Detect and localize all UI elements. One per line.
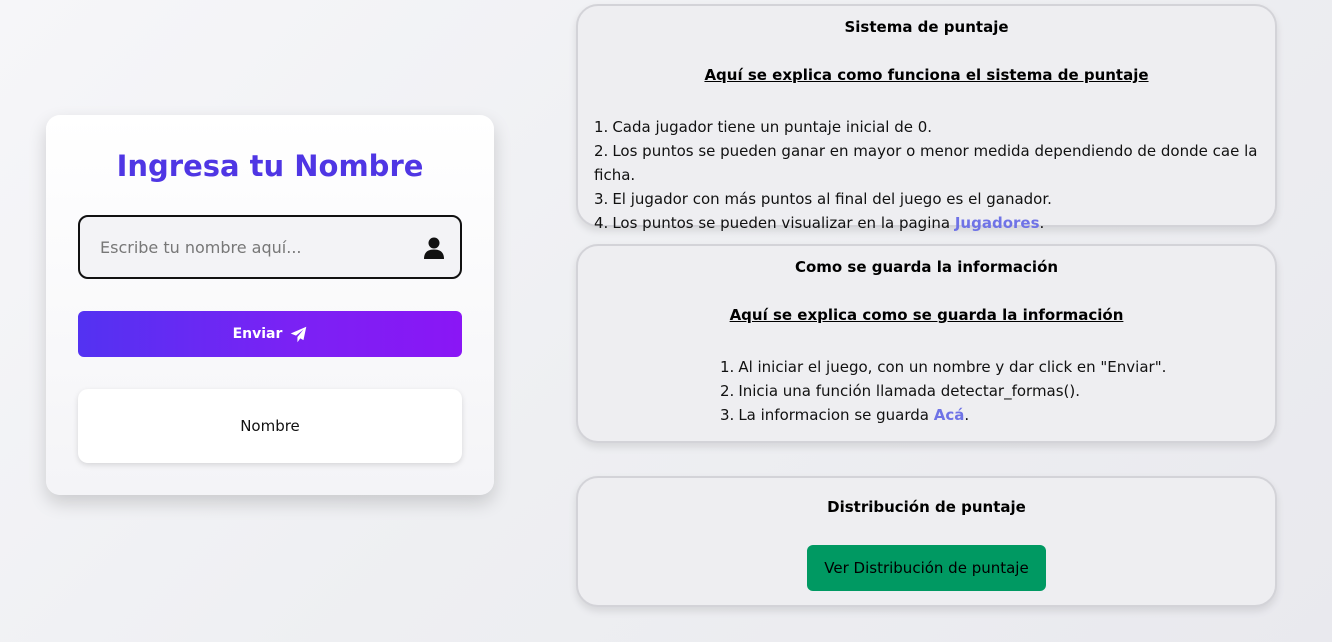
list-item: 3. El jugador con más puntos al final del… bbox=[594, 190, 1052, 208]
distribution-heading: Distribución de puntaje bbox=[827, 498, 1026, 516]
name-input[interactable] bbox=[80, 217, 460, 277]
scoring-subheading: Aquí se explica como funciona el sistema… bbox=[704, 66, 1149, 84]
scoring-list: 1. Cada jugador tiene un puntaje inicial … bbox=[594, 115, 1275, 235]
scoring-heading: Sistema de puntaje bbox=[844, 18, 1009, 36]
storage-list: 1. Al iniciar el juego, con un nombre y d… bbox=[720, 355, 1166, 427]
list-item: 1. Al iniciar el juego, con un nombre y d… bbox=[720, 358, 1167, 376]
send-button-label: Enviar bbox=[232, 326, 283, 342]
name-display: Nombre bbox=[78, 389, 462, 463]
distribution-card: Distribución de puntaje Ver Distribución… bbox=[576, 476, 1277, 607]
players-link[interactable]: Jugadores bbox=[955, 214, 1040, 232]
storage-heading: Como se guarda la información bbox=[794, 258, 1059, 276]
name-entry-card: Ingresa tu Nombre Enviar Nombre bbox=[46, 115, 494, 495]
list-item: 2. Los puntos se pueden ganar en mayor o … bbox=[594, 142, 1258, 184]
storage-location-link[interactable]: Acá bbox=[934, 406, 965, 424]
scoring-system-card: Sistema de puntaje Aquí se explica como … bbox=[576, 4, 1277, 232]
list-item: 1. Cada jugador tiene un puntaje inicial … bbox=[594, 118, 933, 136]
user-icon bbox=[424, 237, 444, 259]
list-item: 2. Inicia una función llamada detectar_fo… bbox=[720, 382, 1081, 400]
name-field[interactable] bbox=[78, 215, 462, 279]
paper-plane-icon bbox=[291, 326, 307, 342]
send-button[interactable]: Enviar bbox=[78, 311, 462, 357]
page-title: Ingresa tu Nombre bbox=[116, 149, 424, 183]
view-distribution-button[interactable]: Ver Distribución de puntaje bbox=[807, 545, 1046, 591]
list-item: 4. Los puntos se pueden visualizar en la … bbox=[594, 214, 1045, 232]
storage-info-card: Como se guarda la información Aquí se ex… bbox=[576, 244, 1277, 443]
storage-subheading: Aquí se explica como se guarda la inform… bbox=[729, 306, 1124, 324]
list-item: 3. La informacion se guarda Acá. bbox=[720, 406, 970, 424]
